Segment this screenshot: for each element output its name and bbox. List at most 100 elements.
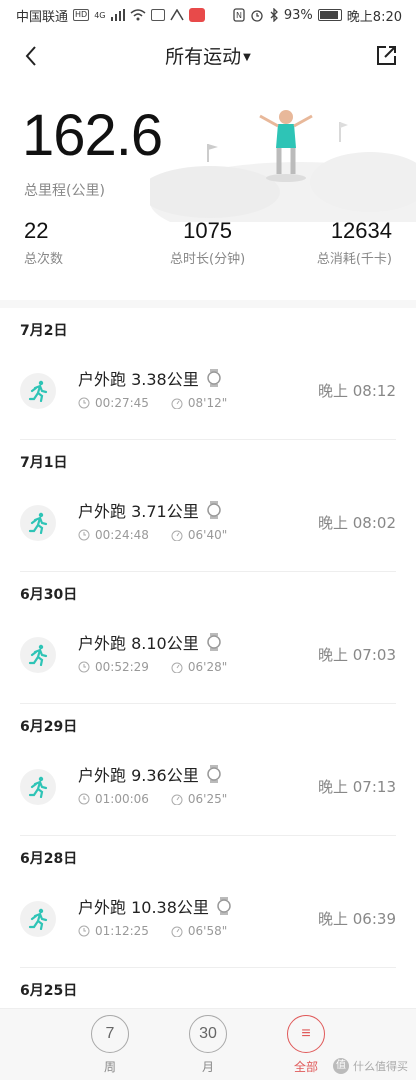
activity-time: 晚上 07:03 [318,646,396,664]
run-icon [20,769,56,805]
caret-down-icon: ▼ [243,52,251,63]
bottom-tab-bar: 7 周 30 月 ≡ 全部 值 什么值得买 [0,1008,416,1080]
activity-duration: 00:52:29 [95,660,149,674]
calories-value: 12634 [330,218,392,243]
activity-pace: 06'25" [187,792,228,806]
watermark-text: 什么值得买 [353,1060,408,1073]
battery-icon [317,9,342,21]
carrier-label: 中国联通 [16,9,69,25]
activity-pace: 06'28" [187,660,228,674]
date-header: 6月28日 [20,851,78,867]
watch-icon [206,765,221,783]
activity-time: 晚上 08:12 [318,382,396,400]
watch-icon [217,897,231,915]
stat-count: 22 总次数 [24,218,63,267]
pace-icon [171,926,183,937]
alarm-icon [251,10,263,22]
clock-icon [78,793,90,805]
tab-all[interactable]: ≡ 全部 [276,1015,336,1075]
activity-title: 户外跑 3.38公里 [78,370,199,389]
activity-duration: 01:12:25 [95,924,149,938]
watermark-logo-icon: 值 [333,1058,349,1074]
app-notification-icon [150,9,165,21]
activity-time: 晚上 07:13 [318,778,396,796]
activity-pace: 06'58" [187,924,228,938]
date-header: 6月30日 [20,587,78,603]
watch-icon [206,369,221,387]
tab-all-label: 全部 [293,1060,318,1074]
activity-title: 户外跑 8.10公里 [78,634,199,653]
clock-icon [78,529,90,541]
activity-item[interactable]: 户外跑 10.38公里 01:12:25 06'58" 晚上 06:39 [20,882,396,968]
activity-title: 户外跑 3.71公里 [78,502,199,521]
pace-icon [171,530,183,541]
date-header: 6月29日 [20,719,78,735]
run-icon [20,637,56,673]
tab-week-number: 7 [91,1015,129,1053]
wifi-icon [130,9,145,21]
duration-value: 1075 [183,218,233,243]
app-red-notification-icon [188,8,205,22]
status-bar: 中国联通 HD 4G N 93% 晚上8:20 [0,0,416,30]
stat-calories: 12634 总消耗(千卡) [317,218,392,267]
total-distance-value: 162.6 [22,103,163,168]
activity-duration: 00:24:48 [95,528,149,542]
watermark: 值 什么值得买 [333,1058,408,1074]
battery-percent: 93% [283,7,313,23]
tab-month-number: 30 [189,1015,227,1053]
activity-title: 户外跑 9.36公里 [78,766,199,785]
activity-pace: 08'12" [187,396,228,410]
pace-icon [171,662,183,673]
svg-text:N: N [236,11,242,20]
activity-pace: 06'40" [187,528,228,542]
network-type-label: 4G [94,10,106,20]
nfc-icon: N [233,8,245,22]
activity-title: 户外跑 10.38公里 [78,898,209,917]
calories-label: 总消耗(千卡) [316,252,392,267]
menu-icon: ≡ [287,1015,325,1053]
total-distance-label: 总里程(公里) [24,183,105,199]
share-button[interactable] [372,42,400,70]
activity-list: 7月2日 户外跑 3.38公里 00:27:45 08'12" 晚上 08:12… [0,308,416,1008]
run-icon [20,505,56,541]
activity-item[interactable]: 户外跑 9.36公里 01:00:06 06'25" 晚上 07:13 [20,750,396,836]
clock: 晚上8:20 [346,9,402,25]
activity-item[interactable]: 户外跑 8.10公里 00:52:29 06'28" 晚上 07:03 [20,618,396,704]
count-value: 22 [24,218,49,243]
activity-item[interactable]: 户外跑 3.71公里 00:24:48 06'40" 晚上 08:02 [20,486,396,572]
tab-week[interactable]: 7 周 [80,1015,140,1075]
duration-label: 总时长(分钟) [170,252,246,267]
activity-time: 晚上 08:02 [318,514,396,532]
date-header: 7月1日 [20,455,68,471]
share-icon [377,46,396,65]
pace-icon [171,794,183,805]
run-icon [20,901,56,937]
app-header: 所有运动 ▼ [0,30,416,82]
pace-icon [171,398,183,409]
clock-icon [78,925,90,937]
clock-icon [78,397,90,409]
run-icon [20,373,56,409]
date-header: 7月2日 [20,323,68,339]
summary-panel: 162.6 总里程(公里) 22 总次数 1075 总时长(分钟) 12634 … [0,82,416,300]
activity-duration: 01:00:06 [95,792,149,806]
sport-filter-dropdown[interactable]: 所有运动 ▼ [0,42,416,69]
celebration-illustration [150,110,416,222]
tab-month-label: 月 [201,1060,214,1074]
activity-duration: 00:27:45 [95,396,149,410]
count-label: 总次数 [24,252,64,267]
watch-icon [206,501,221,519]
tab-week-label: 周 [103,1060,116,1074]
app-notification-icon-2 [169,9,184,21]
date-header: 6月25日 [20,983,78,999]
activity-item[interactable]: 户外跑 3.38公里 00:27:45 08'12" 晚上 08:12 [20,354,396,440]
tab-month[interactable]: 30 月 [178,1015,238,1075]
signal-icon [110,9,125,21]
bluetooth-icon [270,8,278,22]
hd-badge: HD [73,9,90,21]
activity-time: 晚上 06:39 [318,910,396,928]
clock-icon [78,661,90,673]
stat-duration: 1075 总时长(分钟) [170,218,245,267]
page-title: 所有运动 [165,46,242,68]
watch-icon [206,633,221,651]
